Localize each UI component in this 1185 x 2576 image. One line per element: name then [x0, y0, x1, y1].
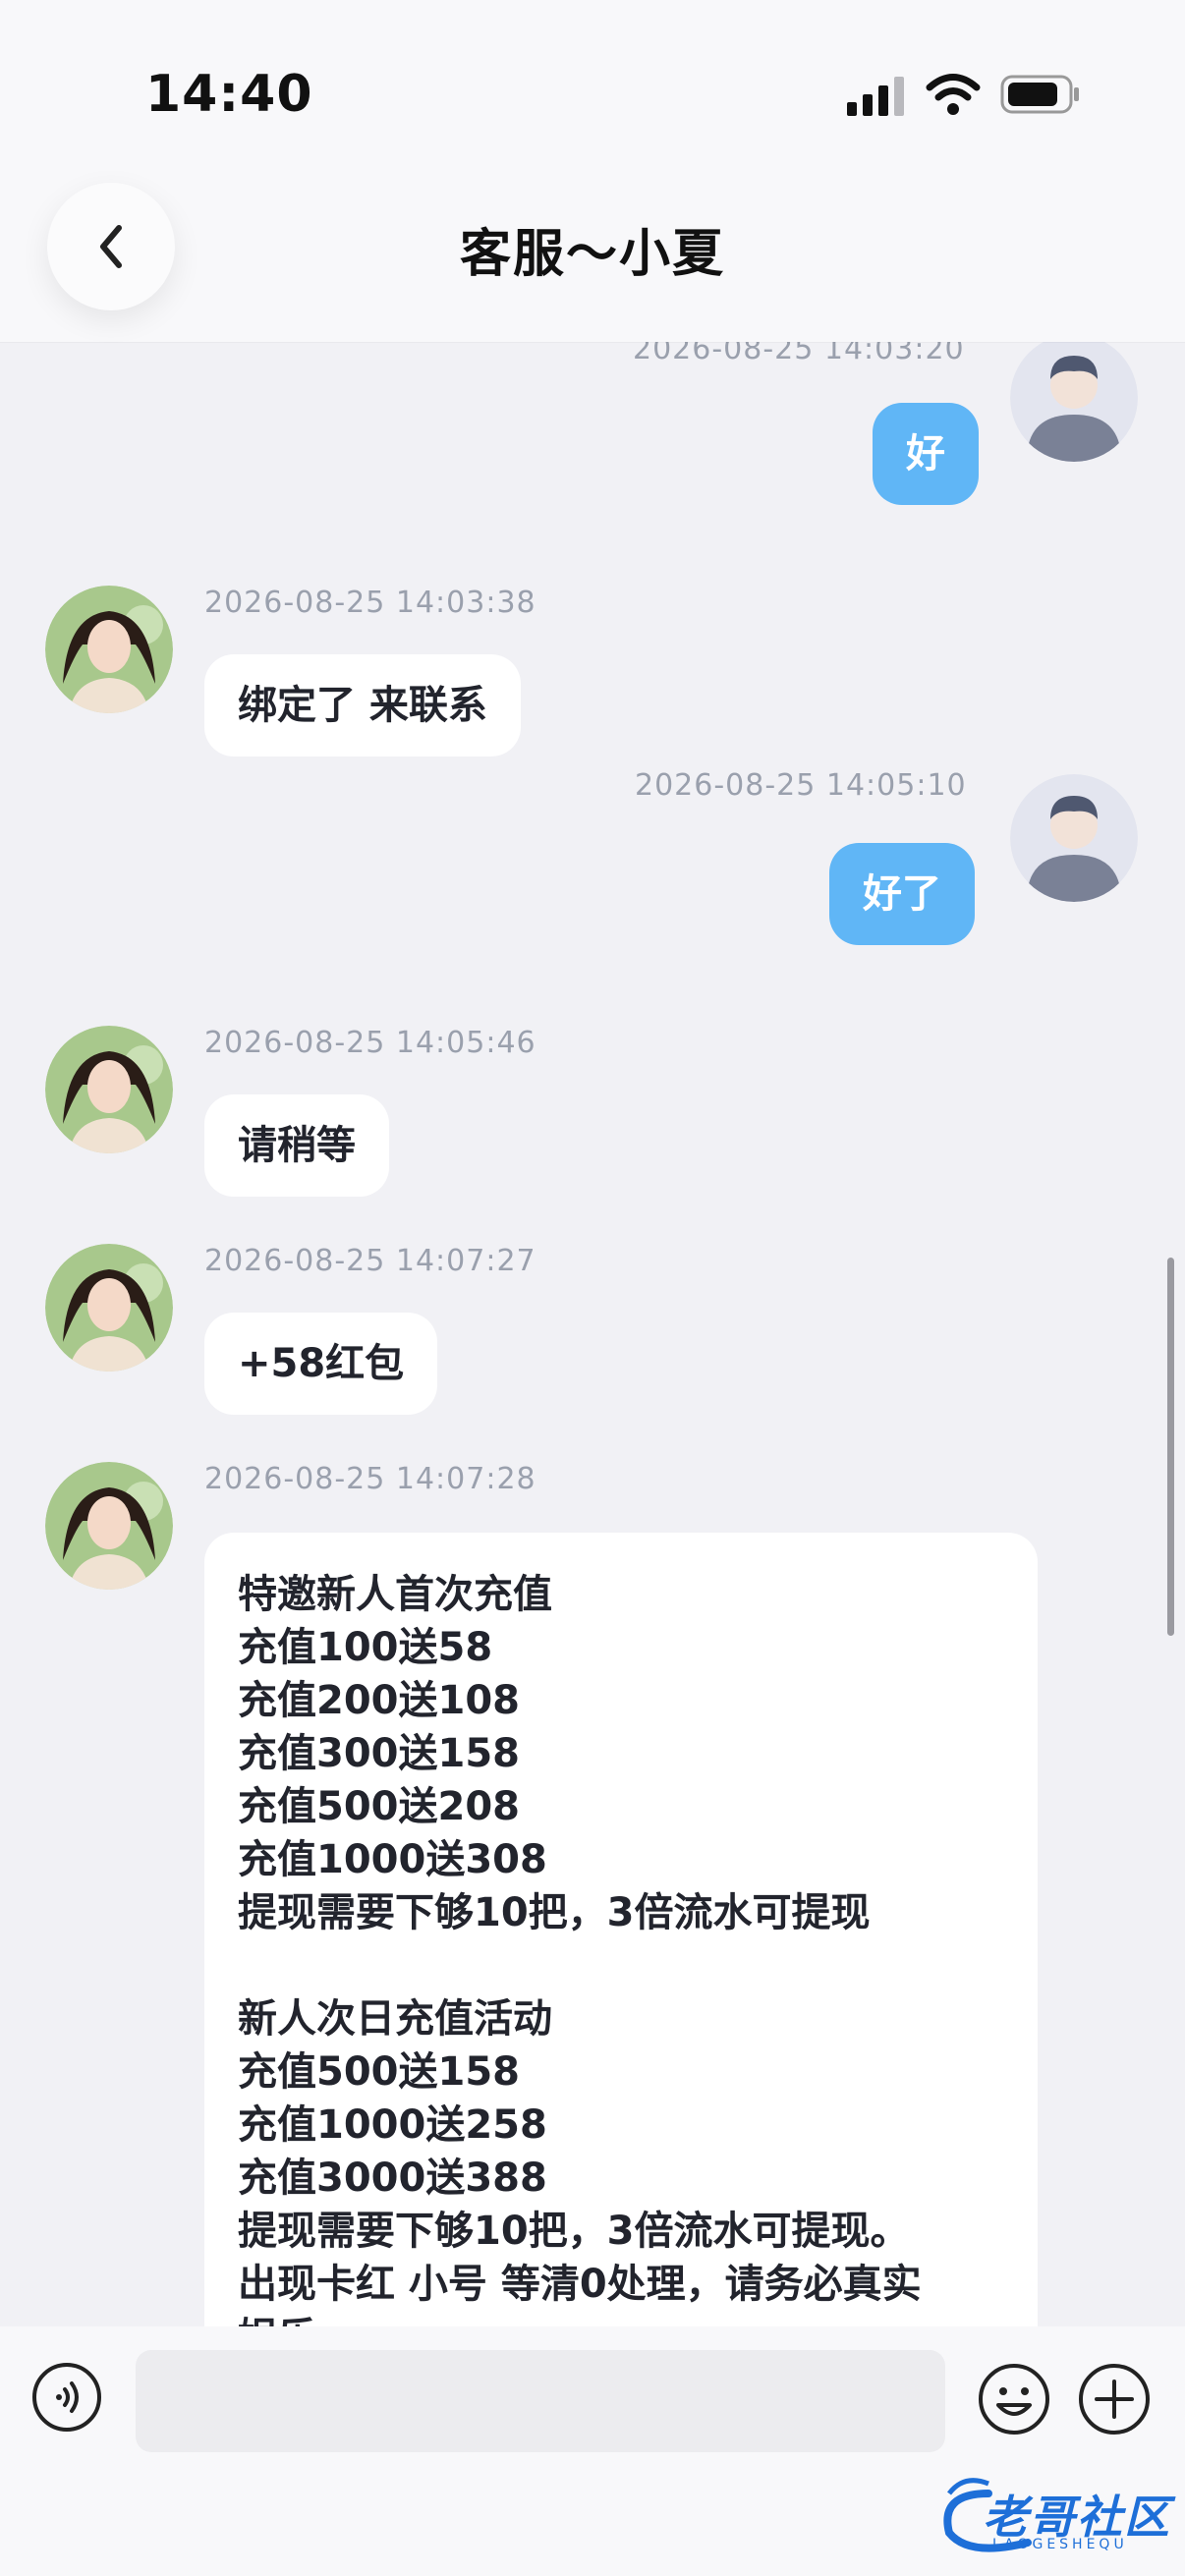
agent-avatar[interactable] — [45, 1462, 173, 1590]
message-timestamp: 2026-08-25 14:07:27 — [204, 1244, 536, 1278]
message-timestamp: 2026-08-25 14:05:46 — [204, 1026, 536, 1060]
message-input-bar: 老哥社区 LAOGESHEQU — [0, 2326, 1185, 2576]
outgoing-message-bubble[interactable]: 好 — [873, 403, 979, 505]
cellular-signal-icon — [847, 77, 904, 116]
message-input[interactable] — [136, 2350, 945, 2452]
chat-message-list[interactable]: 2026-08-25 14:03:20 好 2026-08-25 14:03:3… — [0, 342, 1185, 2326]
agent-avatar[interactable] — [45, 1026, 173, 1153]
incoming-message-bubble[interactable]: +58红包 — [204, 1313, 438, 1415]
status-time: 14:40 — [145, 65, 313, 124]
message-timestamp: 2026-08-25 14:03:38 — [204, 586, 536, 620]
incoming-message-bubble-promo[interactable]: 特邀新人首次充值 充值100送58 充值200送108 充值300送158 充值… — [204, 1533, 1038, 2326]
message-timestamp: 2026-08-25 14:07:28 — [204, 1462, 536, 1496]
incoming-message-bubble[interactable]: 绑定了 来联系 — [204, 654, 521, 756]
wifi-icon — [926, 74, 981, 115]
chat-title: 客服～小夏 — [459, 225, 725, 284]
message-timestamp: 2026-08-25 14:05:10 — [635, 768, 967, 803]
chat-scrollbar[interactable] — [1167, 1258, 1174, 1636]
user-avatar[interactable] — [1010, 774, 1138, 902]
add-attachment-icon[interactable] — [1077, 2362, 1152, 2436]
incoming-message-bubble[interactable]: 请稍等 — [204, 1094, 389, 1197]
user-avatar[interactable] — [1010, 342, 1138, 462]
agent-avatar[interactable] — [45, 586, 173, 713]
outgoing-message-bubble[interactable]: 好了 — [829, 843, 975, 945]
watermark-subtext: LAOGESHEQU — [992, 2537, 1128, 2552]
emoji-icon[interactable] — [977, 2362, 1051, 2436]
voice-input-icon[interactable] — [31, 2362, 102, 2433]
agent-avatar[interactable] — [45, 1244, 173, 1372]
battery-icon — [1000, 75, 1079, 114]
top-bar: 14:40 客服～小夏 — [0, 0, 1185, 342]
message-timestamp: 2026-08-25 14:03:20 — [633, 342, 965, 366]
